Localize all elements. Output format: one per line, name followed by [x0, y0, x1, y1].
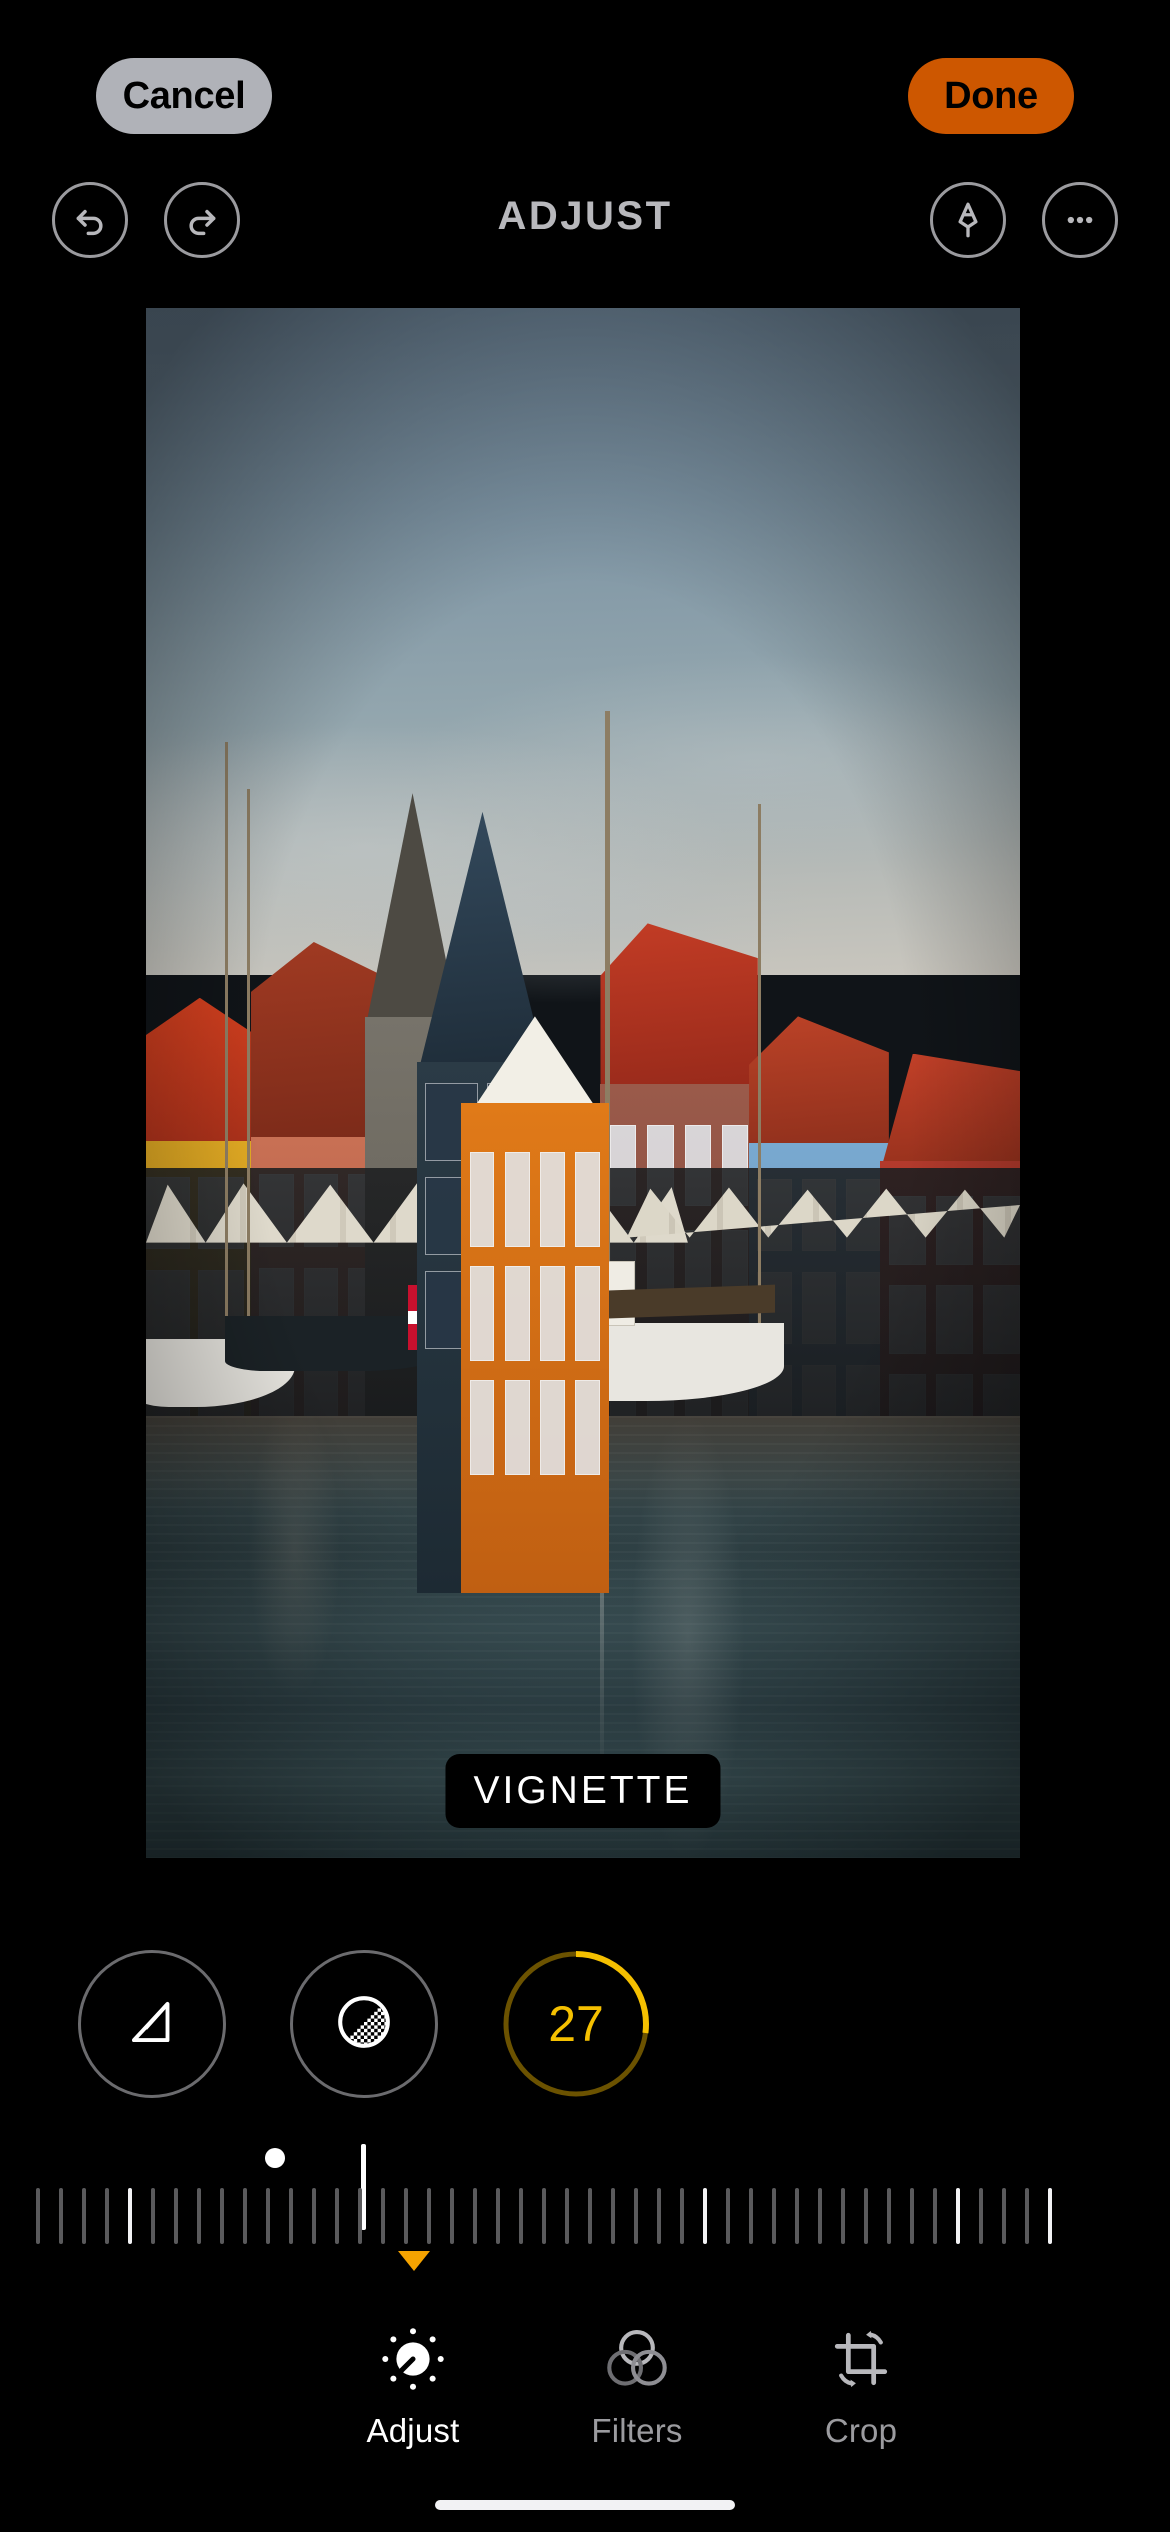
sharpen-triangle-icon [121, 1991, 183, 2058]
three-circles-icon [599, 2316, 675, 2402]
tab-filters-label: Filters [591, 2412, 683, 2449]
definition-tool-button[interactable] [290, 1950, 438, 2098]
roof [600, 923, 758, 1098]
roof [146, 997, 251, 1153]
done-button[interactable]: Done [908, 58, 1074, 134]
building-orange-townhouse [460, 1016, 610, 1593]
tab-crop[interactable]: Crop [746, 2316, 976, 2450]
edited-photo [146, 308, 1020, 1858]
tab-adjust-label: Adjust [366, 2412, 460, 2449]
active-tab-caret [398, 2251, 430, 2271]
vignette-value-label: 27 [548, 1996, 604, 2052]
tab-adjust[interactable]: Adjust [298, 2316, 528, 2450]
sharpen-tool-button[interactable] [78, 1950, 226, 2098]
slider-ruler [0, 2188, 1170, 2248]
editor-toolbar: ADJUST [0, 172, 1170, 292]
cancel-button[interactable]: Cancel [96, 58, 272, 134]
dial-rays-icon [375, 2316, 451, 2402]
intensity-slider[interactable] [0, 2122, 1170, 2252]
markup-pen-icon [947, 199, 989, 241]
mast [224, 742, 228, 1362]
photo-canvas[interactable]: VIGNETTE [146, 308, 1020, 1858]
effect-name-chip: VIGNETTE [445, 1754, 721, 1828]
markup-button[interactable] [930, 182, 1006, 258]
photos-editor-screen: Cancel Done ADJUST VIGNETTE 27 Adjust Fi… [0, 0, 1170, 2532]
vignette-tool-button[interactable]: 27 [502, 1950, 650, 2098]
cafe-awnings-right [626, 1187, 1020, 1238]
facade [460, 1102, 610, 1593]
cancel-button-label: Cancel [122, 74, 246, 117]
crop-rotate-icon [823, 2316, 899, 2402]
mast [246, 788, 250, 1378]
done-button-label: Done [944, 74, 1038, 117]
tab-crop-label: Crop [824, 2412, 898, 2449]
ellipsis-icon [1060, 200, 1100, 240]
halftone-circle-icon [330, 1988, 398, 2061]
top-navigation-bar: Cancel Done [0, 58, 1170, 136]
editor-tab-bar: Adjust Filters Crop [0, 2290, 1170, 2470]
roof [469, 1016, 601, 1115]
mast [757, 804, 761, 1362]
tab-filters[interactable]: Filters [522, 2316, 752, 2450]
roof [880, 1053, 1020, 1173]
more-options-button[interactable] [1042, 182, 1118, 258]
roof [749, 1016, 889, 1155]
adjust-tool-strip: 27 [0, 1950, 1170, 2115]
slider-neutral-marker [265, 2148, 285, 2168]
home-indicator [435, 2500, 735, 2510]
